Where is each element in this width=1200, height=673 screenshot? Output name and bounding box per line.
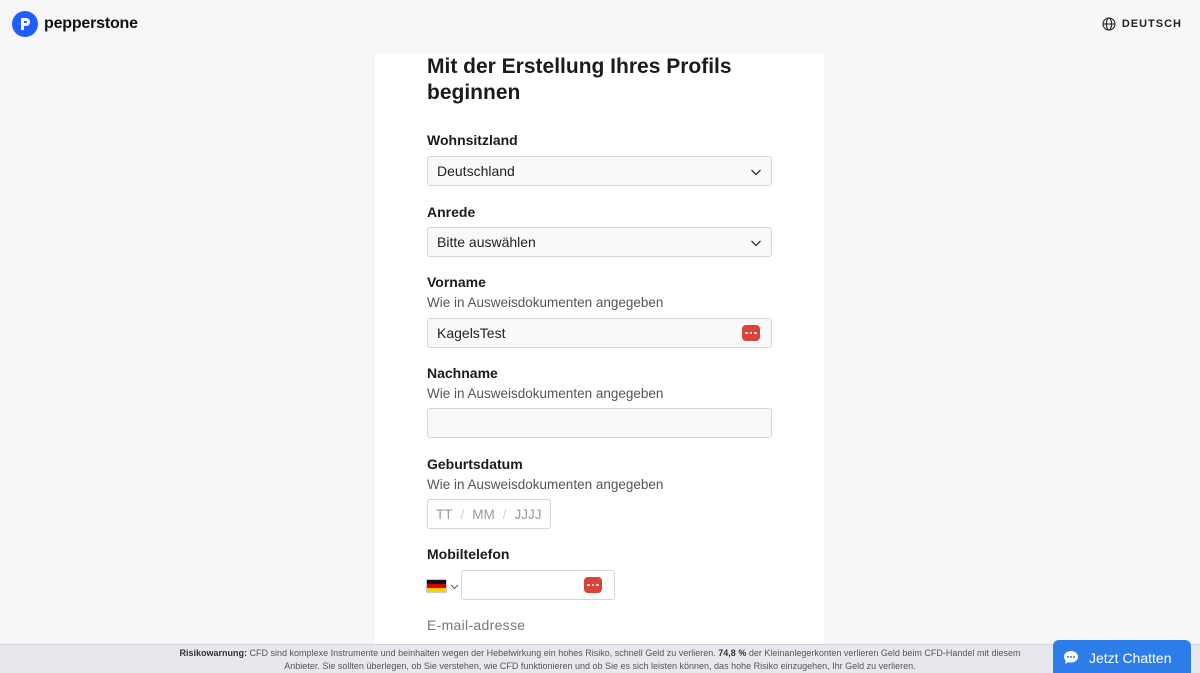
language-label: DEUTSCH bbox=[1121, 18, 1182, 30]
password-manager-icon[interactable] bbox=[742, 325, 760, 341]
residence-select[interactable]: Deutschland bbox=[427, 156, 772, 186]
page: pepperstone DEUTSCH Mit der Erstellung I… bbox=[0, 0, 1200, 673]
lastname-label: Nachname bbox=[427, 365, 498, 381]
chevron-down-icon[interactable] bbox=[450, 582, 459, 591]
firstname-hint: Wie in Ausweisdokumenten angegeben bbox=[427, 295, 664, 310]
lastname-hint: Wie in Ausweisdokumenten angegeben bbox=[427, 386, 664, 401]
language-switcher[interactable]: DEUTSCH bbox=[1102, 17, 1182, 31]
date-separator: / bbox=[502, 506, 507, 522]
brand-logo[interactable]: pepperstone bbox=[12, 11, 138, 37]
risk-warning-prefix: Risikowarnung: bbox=[179, 648, 248, 658]
chevron-down-icon bbox=[751, 169, 761, 176]
risk-warning: Risikowarnung: CFD sind komplexe Instrum… bbox=[0, 644, 1200, 673]
residence-value: Deutschland bbox=[437, 163, 515, 179]
residence-label: Wohnsitzland bbox=[427, 132, 518, 148]
header: pepperstone DEUTSCH bbox=[0, 0, 1200, 50]
lastname-input[interactable] bbox=[427, 408, 772, 438]
chat-button[interactable]: Jetzt Chatten bbox=[1053, 640, 1191, 673]
birthdate-label: Geburtsdatum bbox=[427, 456, 523, 472]
chevron-down-icon bbox=[751, 240, 761, 247]
chat-label: Jetzt Chatten bbox=[1089, 649, 1172, 666]
firstname-input[interactable]: KagelsTest bbox=[427, 318, 772, 348]
firstname-value: KagelsTest bbox=[437, 325, 506, 341]
date-separator: / bbox=[460, 506, 465, 522]
birthdate-day[interactable]: TT bbox=[436, 507, 453, 522]
mobile-label: Mobiltelefon bbox=[427, 546, 510, 562]
risk-percentage: 74,8 % bbox=[718, 648, 747, 658]
pepperstone-logo-icon bbox=[12, 11, 38, 37]
password-manager-icon[interactable] bbox=[584, 577, 602, 593]
birthdate-hint: Wie in Ausweisdokumenten angegeben bbox=[427, 477, 664, 492]
email-label: E-mail-adresse bbox=[427, 617, 526, 633]
risk-warning-line-1: Risikowarnung: CFD sind komplexe Instrum… bbox=[179, 648, 1021, 658]
registration-form: Mit der Erstellung Ihres Profils beginne… bbox=[375, 54, 824, 673]
salutation-label: Anrede bbox=[427, 204, 476, 220]
de-flag-icon[interactable] bbox=[426, 579, 447, 593]
chat-bubble-icon bbox=[1064, 651, 1078, 664]
mobile-input[interactable] bbox=[461, 570, 615, 600]
salutation-select[interactable]: Bitte auswählen bbox=[427, 227, 772, 257]
globe-icon bbox=[1102, 17, 1116, 31]
birthdate-year[interactable]: JJJJ bbox=[515, 507, 542, 522]
birthdate-input[interactable]: TT / MM / JJJJ bbox=[427, 499, 551, 529]
form-title: Mit der Erstellung Ihres Profils beginne… bbox=[427, 55, 732, 104]
salutation-value: Bitte auswählen bbox=[437, 234, 536, 250]
risk-warning-line-2: Anbieter. Sie sollten überlegen, ob Sie … bbox=[284, 661, 916, 671]
birthdate-month[interactable]: MM bbox=[472, 507, 495, 522]
firstname-label: Vorname bbox=[427, 274, 486, 290]
brand-name: pepperstone bbox=[44, 15, 138, 32]
